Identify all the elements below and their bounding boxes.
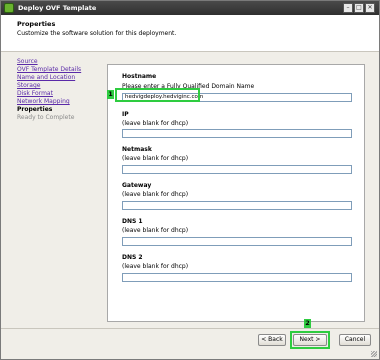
nav-item-disk-format[interactable]: Disk Format [17,90,103,98]
back-button[interactable]: < Back [258,334,286,346]
wizard-nav: Source OVF Template Details Name and Loc… [17,58,103,122]
dns2-label: DNS 2 [122,254,143,261]
nav-item-name-and-location[interactable]: Name and Location [17,74,103,82]
netmask-field[interactable] [122,165,352,174]
dns1-label: DNS 1 [122,218,143,225]
properties-panel: Hostname Please enter a Fully Qualified … [107,64,365,322]
app-icon [4,3,14,13]
nav-item-properties: Properties [17,106,53,113]
nav-item-ovf-template-details[interactable]: OVF Template Details [17,66,103,74]
nav-item-ready-to-complete: Ready to Complete [17,114,75,121]
page-header: Properties Customize the software soluti… [1,15,379,52]
page-subtitle: Customize the software solution for this… [17,30,177,37]
hostname-label: Hostname [122,73,157,80]
cancel-button[interactable]: Cancel [339,334,371,346]
dns1-field[interactable] [122,237,352,246]
step-1-badge: 1 [107,90,114,99]
nav-item-storage[interactable]: Storage [17,82,103,90]
netmask-hint: (leave blank for dhcp) [122,155,189,162]
nav-item-source[interactable]: Source [17,58,103,66]
maximize-button[interactable]: □ [354,3,364,13]
page-title: Properties [17,20,56,28]
hostname-highlight [115,88,200,102]
ip-hint: (leave blank for dhcp) [122,120,189,127]
dns2-hint: (leave blank for dhcp) [122,263,189,270]
gateway-label: Gateway [122,182,152,189]
gateway-field[interactable] [122,201,352,210]
minimize-button[interactable]: – [343,3,353,13]
title-bar: Deploy OVF Template – □ ✕ [1,1,379,15]
ip-label: IP [122,111,129,118]
footer-divider [1,328,379,329]
resize-grip-icon[interactable] [371,351,377,357]
close-button[interactable]: ✕ [365,3,375,13]
ip-field[interactable] [122,129,352,138]
netmask-label: Netmask [122,146,152,153]
next-button[interactable]: Next > [293,334,327,346]
dns2-field[interactable] [122,273,352,282]
nav-item-network-mapping[interactable]: Network Mapping [17,98,103,106]
deploy-ovf-window: Deploy OVF Template – □ ✕ Properties Cus… [0,0,380,360]
window-title: Deploy OVF Template [18,4,97,12]
gateway-hint: (leave blank for dhcp) [122,191,189,198]
dns1-hint: (leave blank for dhcp) [122,227,189,234]
step-2-badge: 2 [304,319,311,328]
